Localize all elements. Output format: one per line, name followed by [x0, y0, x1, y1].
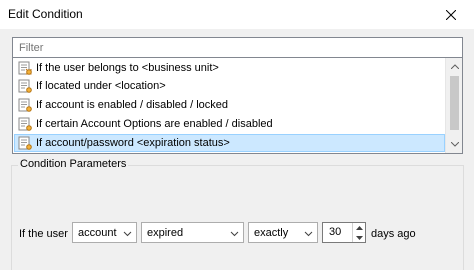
close-icon [446, 9, 456, 20]
condition-label: If located under <location> [36, 80, 166, 92]
vertical-scrollbar[interactable] [445, 58, 462, 153]
chevron-down-icon [355, 235, 363, 240]
condition-list-panel: If the user belongs to <business unit> I… [12, 37, 463, 154]
condition-item-enabled-status[interactable]: If account is enabled / disabled / locke… [14, 96, 445, 114]
condition-icon [18, 98, 32, 112]
days-value[interactable]: 30 [329, 226, 341, 238]
filter-input[interactable] [13, 38, 462, 58]
condition-icon [18, 61, 32, 75]
window-title: Edit Condition [8, 7, 83, 21]
scroll-down-button[interactable] [446, 136, 463, 153]
chevron-up-icon [450, 64, 459, 69]
condition-icon [18, 117, 32, 131]
close-button[interactable] [428, 0, 474, 29]
days-spinner[interactable]: 30 [322, 222, 366, 243]
condition-list: If the user belongs to <business unit> I… [13, 58, 445, 153]
scroll-up-button[interactable] [446, 58, 463, 75]
group-legend: Condition Parameters [18, 158, 129, 170]
condition-label: If certain Account Options are enabled /… [36, 118, 273, 130]
condition-item-account-options[interactable]: If certain Account Options are enabled /… [14, 115, 445, 133]
chevron-up-icon [355, 225, 363, 230]
status-select-value: expired [147, 226, 184, 239]
parameter-prefix-label: If the user [19, 228, 68, 240]
chevron-down-icon [450, 142, 459, 147]
status-select[interactable]: expired [141, 222, 244, 243]
scrollbar-thumb[interactable] [450, 76, 459, 130]
condition-label: If account is enabled / disabled / locke… [36, 99, 229, 111]
spinner-up-button[interactable] [353, 223, 365, 232]
condition-icon [18, 136, 32, 150]
condition-parameters-group: Condition Parameters If the user account… [11, 158, 464, 270]
condition-label: If account/password <expiration status> [36, 137, 230, 149]
comparison-select[interactable]: exactly [248, 222, 318, 243]
condition-item-location[interactable]: If located under <location> [14, 77, 445, 95]
spinner-buttons [352, 223, 365, 242]
chevron-down-icon [304, 231, 313, 237]
title-bar: Edit Condition [0, 0, 474, 29]
comparison-select-value: exactly [254, 226, 289, 239]
condition-item-business-unit[interactable]: If the user belongs to <business unit> [14, 59, 445, 77]
condition-icon [18, 79, 32, 93]
spinner-down-button[interactable] [353, 233, 365, 242]
chevron-down-icon [230, 231, 239, 237]
chevron-down-icon [123, 231, 132, 237]
object-select-value: account [78, 226, 117, 239]
dialog-content: If the user belongs to <business unit> I… [0, 29, 474, 270]
condition-item-expiration-status[interactable]: If account/password <expiration status> [14, 134, 445, 152]
object-select[interactable]: account [72, 222, 137, 243]
condition-label: If the user belongs to <business unit> [36, 62, 219, 74]
days-suffix-label: days ago [371, 228, 416, 240]
